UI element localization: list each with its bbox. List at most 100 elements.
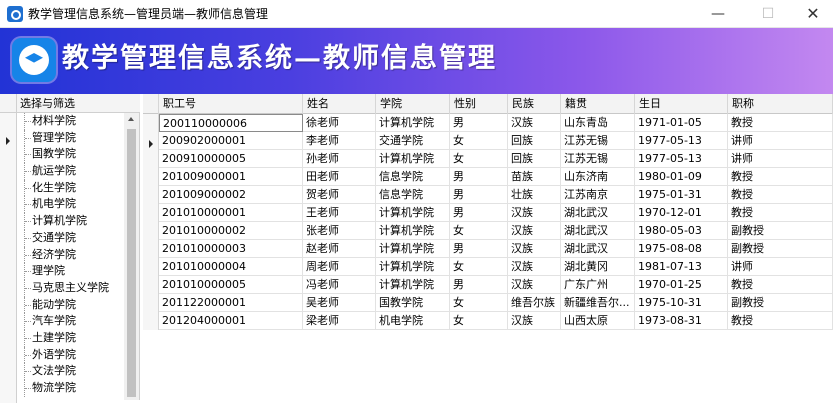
filter-tree-item[interactable]: 汽车学院 [18, 313, 124, 330]
table-cell[interactable]: 教授 [728, 312, 833, 330]
table-cell[interactable]: 男 [450, 276, 508, 294]
table-cell[interactable]: 男 [450, 240, 508, 258]
table-cell[interactable]: 教授 [728, 204, 833, 222]
table-cell[interactable]: 赵老师 [303, 240, 376, 258]
table-cell[interactable]: 交通学院 [376, 132, 450, 150]
filter-tree-item[interactable]: 机电学院 [18, 196, 124, 213]
table-cell[interactable]: 回族 [508, 150, 561, 168]
table-cell[interactable]: 1980-01-09 [635, 168, 728, 186]
table-row[interactable]: 200910000005 孙老师 计算机学院女回族 江苏无锡 1977-05-13 讲师 [159, 150, 833, 168]
table-cell[interactable]: 壮族 [508, 186, 561, 204]
table-cell[interactable]: 贺老师 [303, 186, 376, 204]
table-cell[interactable]: 信息学院 [376, 186, 450, 204]
column-header[interactable]: 学院 [376, 94, 450, 114]
table-cell[interactable]: 女 [450, 132, 508, 150]
table-cell[interactable]: 女 [450, 258, 508, 276]
table-cell[interactable]: 计算机学院 [376, 258, 450, 276]
table-cell[interactable]: 徐老师 [303, 114, 376, 132]
table-row[interactable]: 201009000001 田老师 信息学院男苗族 山东济南 1980-01-09 教授 [159, 168, 833, 186]
column-header[interactable]: 性别 [450, 94, 508, 114]
table-cell[interactable]: 李老师 [303, 132, 376, 150]
table-row[interactable]: 200110000006 徐老师 计算机学院男汉族 山东青岛 1971-01-05 教授 [159, 114, 833, 132]
table-cell[interactable]: 教授 [728, 168, 833, 186]
table-cell[interactable]: 201009000001 [159, 168, 303, 186]
table-row[interactable]: 200902000001 李老师 交通学院女回族 江苏无锡 1977-05-13 讲师 [159, 132, 833, 150]
table-cell[interactable]: 副教授 [728, 240, 833, 258]
table-cell[interactable]: 1973-08-31 [635, 312, 728, 330]
table-cell[interactable]: 副教授 [728, 294, 833, 312]
table-cell[interactable]: 男 [450, 204, 508, 222]
table-cell[interactable]: 1977-05-13 [635, 150, 728, 168]
table-cell[interactable]: 1975-10-31 [635, 294, 728, 312]
table-cell[interactable]: 计算机学院 [376, 204, 450, 222]
table-cell[interactable]: 冯老师 [303, 276, 376, 294]
table-cell[interactable]: 201010000004 [159, 258, 303, 276]
column-header[interactable]: 生日 [635, 94, 728, 114]
table-cell[interactable]: 湖北黄冈 [561, 258, 635, 276]
table-cell[interactable]: 江苏无锡 [561, 150, 635, 168]
table-cell[interactable]: 湖北武汉 [561, 204, 635, 222]
table-cell[interactable]: 201010000005 [159, 276, 303, 294]
filter-tree-item[interactable]: 外语学院 [18, 346, 124, 364]
table-cell[interactable]: 201010000002 [159, 222, 303, 240]
table-cell[interactable]: 计算机学院 [376, 150, 450, 168]
table-cell[interactable]: 广东广州 [561, 276, 635, 294]
filter-tree-item[interactable]: 理学院 [18, 263, 124, 280]
table-cell[interactable]: 201010000003 [159, 240, 303, 258]
filter-tree-item[interactable]: 计算机学院 [18, 213, 124, 230]
table-row[interactable]: 201010000004 周老师 计算机学院女汉族 湖北黄冈 1981-07-13 讲师 [159, 258, 833, 276]
filter-tree-item[interactable]: 国教学院 [18, 146, 124, 163]
filter-tree-item[interactable]: 材料学院 [18, 113, 124, 130]
table-cell[interactable]: 机电学院 [376, 312, 450, 330]
table-cell[interactable]: 湖北武汉 [561, 240, 635, 258]
column-header[interactable]: 职工号 [159, 94, 303, 114]
filter-tree-item[interactable]: 文法学院 [18, 363, 124, 380]
table-cell[interactable]: 男 [450, 186, 508, 204]
table-cell[interactable]: 1977-05-13 [635, 132, 728, 150]
table-cell[interactable]: 计算机学院 [376, 222, 450, 240]
table-cell[interactable]: 汉族 [508, 276, 561, 294]
table-cell[interactable]: 讲师 [728, 132, 833, 150]
filter-tree-item[interactable]: 交通学院 [18, 229, 124, 247]
table-cell[interactable]: 1975-01-31 [635, 186, 728, 204]
table-cell[interactable]: 回族 [508, 132, 561, 150]
table-row[interactable]: 201010000005 冯老师 计算机学院男汉族 广东广州 1970-01-25 教授 [159, 276, 833, 294]
table-cell[interactable]: 教授 [728, 114, 833, 132]
table-cell[interactable]: 汉族 [508, 240, 561, 258]
table-cell[interactable]: 教授 [728, 276, 833, 294]
scroll-up-arrow-icon[interactable] [128, 117, 134, 121]
maximize-button[interactable]: ☐ [745, 0, 791, 28]
filter-tree-item[interactable]: 经济学院 [18, 246, 124, 264]
table-row[interactable]: 201010000003 赵老师 计算机学院男汉族 湖北武汉 1975-08-08 副教授 [159, 240, 833, 258]
table-cell[interactable]: 讲师 [728, 150, 833, 168]
close-button[interactable]: ✕ [790, 0, 833, 28]
table-row[interactable]: 201122000001 吴老师 国教学院女维吾尔族 新疆维吾尔... 1975-10-… [159, 294, 833, 312]
table-cell[interactable]: 汉族 [508, 204, 561, 222]
table-cell[interactable]: 湖北武汉 [561, 222, 635, 240]
table-cell[interactable]: 新疆维吾尔... [561, 294, 635, 312]
table-cell[interactable]: 女 [450, 294, 508, 312]
filter-tree-item[interactable]: 管理学院 [18, 129, 124, 147]
table-cell[interactable]: 山东青岛 [561, 114, 635, 132]
table-cell[interactable]: 汉族 [508, 114, 561, 132]
table-cell[interactable]: 汉族 [508, 312, 561, 330]
table-cell[interactable]: 女 [450, 150, 508, 168]
filter-tree-item[interactable]: 土建学院 [18, 329, 124, 347]
table-cell[interactable]: 汉族 [508, 258, 561, 276]
table-cell[interactable]: 维吾尔族 [508, 294, 561, 312]
table-cell[interactable]: 江苏南京 [561, 186, 635, 204]
table-cell[interactable]: 王老师 [303, 204, 376, 222]
table-cell[interactable]: 教授 [728, 186, 833, 204]
table-cell[interactable]: 200902000001 [159, 132, 303, 150]
table-cell[interactable]: 孙老师 [303, 150, 376, 168]
table-row[interactable]: 201010000002 张老师 计算机学院女汉族 湖北武汉 1980-05-03 副教授 [159, 222, 833, 240]
table-cell[interactable]: 200910000005 [159, 150, 303, 168]
table-cell[interactable]: 周老师 [303, 258, 376, 276]
table-cell[interactable]: 江苏无锡 [561, 132, 635, 150]
table-cell[interactable]: 山东济南 [561, 168, 635, 186]
column-header[interactable]: 姓名 [303, 94, 376, 114]
scroll-thumb[interactable] [127, 129, 136, 397]
table-cell[interactable]: 梁老师 [303, 312, 376, 330]
table-row[interactable]: 201204000001 梁老师 机电学院女汉族 山西太原 1973-08-31 教授 [159, 312, 833, 330]
table-cell[interactable]: 女 [450, 312, 508, 330]
